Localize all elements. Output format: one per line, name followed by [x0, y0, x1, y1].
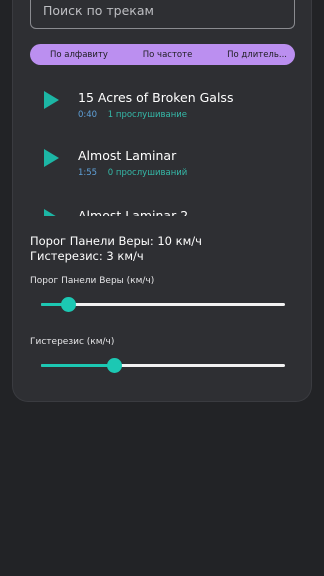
play-icon[interactable]: [44, 149, 59, 167]
threshold-slider[interactable]: [41, 295, 285, 315]
hysteresis-slider-label: Гистерезис (км/ч): [30, 337, 115, 347]
sort-frequency-chip[interactable]: По частоте: [143, 50, 193, 60]
hysteresis-slider[interactable]: [41, 356, 285, 376]
slider-fill: [41, 364, 115, 367]
search-input[interactable]: [30, 0, 295, 29]
threshold-readout: Порог Панели Веры: 10 км/ч: [30, 234, 202, 248]
track-panel: По алфавиту По частоте По длитель... 15 …: [12, 0, 312, 402]
sort-alphabet-chip[interactable]: По алфавиту: [50, 50, 108, 60]
track-list[interactable]: 15 Acres of Broken Galss 0:40 1 прослуши…: [13, 74, 311, 216]
track-row[interactable]: Almost Laminar 1:55 0 прослушиваний: [13, 132, 311, 188]
track-play-count: 1 прослушивание: [107, 110, 188, 120]
track-meta: 1:55 0 прослушиваний: [78, 168, 187, 178]
play-icon[interactable]: [44, 209, 59, 216]
slider-thumb[interactable]: [60, 297, 76, 312]
track-row[interactable]: Almost Laminar 2: [13, 192, 311, 216]
track-meta: 0:40 1 прослушивание: [78, 110, 187, 120]
hysteresis-readout: Гистерезис: 3 км/ч: [30, 249, 144, 263]
slider-thumb[interactable]: [107, 358, 123, 373]
track-duration: 0:40: [78, 110, 98, 120]
track-duration: 1:55: [78, 168, 98, 178]
sort-chip-bar: По алфавиту По частоте По длитель...: [30, 44, 295, 65]
play-icon[interactable]: [44, 91, 59, 109]
sort-duration-chip[interactable]: По длитель...: [227, 50, 287, 60]
slider-track: [41, 303, 285, 306]
track-play-count: 0 прослушиваний: [107, 168, 188, 178]
track-title: Almost Laminar 2: [78, 208, 189, 216]
track-title: Almost Laminar: [78, 148, 177, 163]
track-row[interactable]: 15 Acres of Broken Galss 0:40 1 прослуши…: [13, 74, 311, 130]
threshold-slider-label: Порог Панели Веры (км/ч): [30, 276, 155, 286]
track-title: 15 Acres of Broken Galss: [78, 90, 234, 105]
